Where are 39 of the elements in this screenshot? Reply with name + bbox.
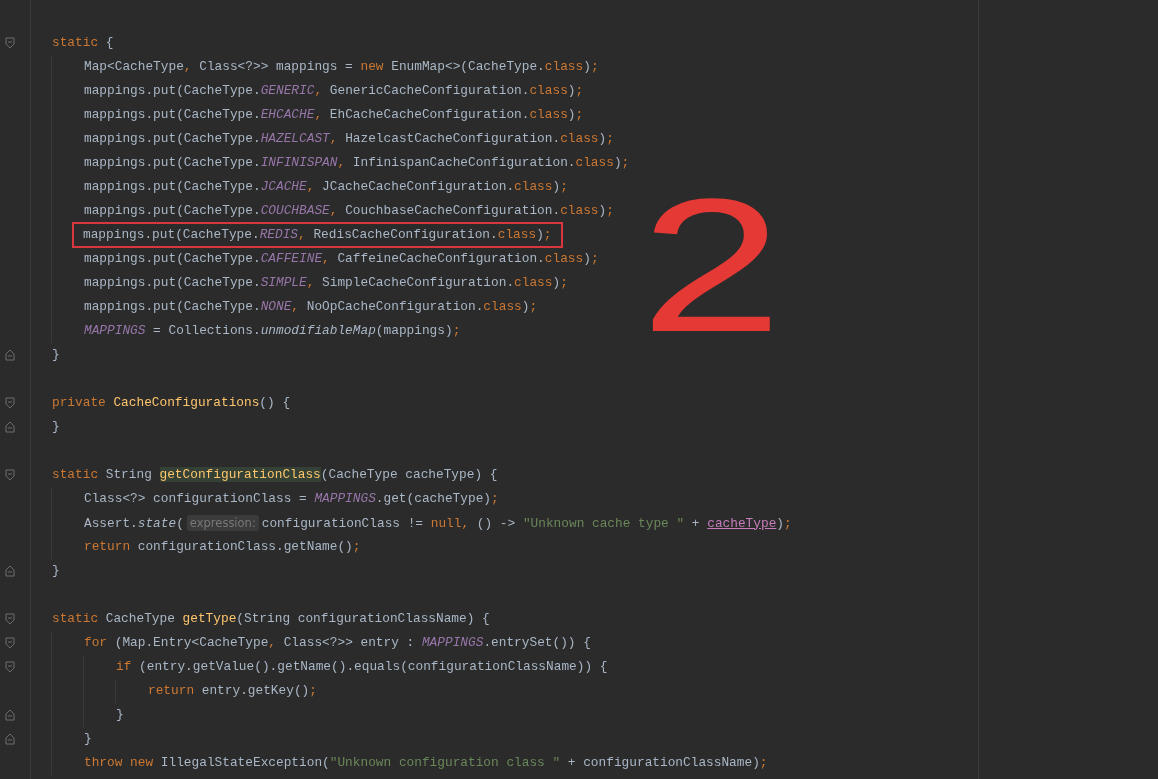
fold-icon[interactable]: [5, 613, 15, 625]
code-line: mappings.put(CacheType.COUCHBASE, CouchbaseCacheConfiguration.class);: [83, 202, 615, 220]
code-line: }: [83, 730, 93, 748]
fold-icon[interactable]: [5, 397, 15, 409]
code-line: mappings.put(CacheType.GENERIC, GenericCacheConfiguration.class);: [83, 82, 585, 100]
code-line: }: [115, 706, 125, 724]
annotation-mark: 2: [640, 170, 783, 360]
code-line: mappings.put(CacheType.INFINISPAN, InfinispanCacheConfiguration.class);: [83, 154, 631, 172]
fold-icon[interactable]: [5, 661, 15, 673]
code-line: }: [51, 562, 61, 580]
code-line: throw new IllegalStateException("Unknown configuration class " + configurationClassName);: [83, 754, 769, 772]
code-line: return configurationClass.getName();: [83, 538, 362, 556]
code-line: MAPPINGS = Collections.unmodifiableMap(mappings);: [83, 322, 462, 340]
fold-icon[interactable]: [5, 637, 15, 649]
code-line: mappings.put(CacheType.SIMPLE, SimpleCacheConfiguration.class);: [83, 274, 569, 292]
fold-icon[interactable]: [5, 349, 15, 361]
fold-icon[interactable]: [5, 469, 15, 481]
fold-icon[interactable]: [5, 733, 15, 745]
code-line: for (Map.Entry<CacheType, Class<?>> entry : MAPPINGS.entrySet()) {: [83, 634, 592, 652]
code-line: }: [51, 346, 61, 364]
code-line: mappings.put(CacheType.CAFFEINE, CaffeineCacheConfiguration.class);: [83, 250, 600, 268]
code-line: if (entry.getValue().getName().equals(configurationClassName)) {: [115, 658, 609, 676]
code-line: }: [51, 418, 61, 436]
fold-icon[interactable]: [5, 37, 15, 49]
code-line: mappings.put(CacheType.HAZELCAST, HazelcastCacheConfiguration.class);: [83, 130, 615, 148]
code-line: static String getConfigurationClass(CacheType cacheType) {: [51, 466, 499, 484]
fold-icon[interactable]: [5, 565, 15, 577]
code-line: mappings.put(CacheType.JCACHE, JCacheCacheConfiguration.class);: [83, 178, 569, 196]
fold-icon[interactable]: [5, 709, 15, 721]
code-line: return entry.getKey();: [147, 682, 318, 700]
code-line: mappings.put(CacheType.NONE, NoOpCacheConfiguration.class);: [83, 298, 539, 316]
code-line: Assert.state( expression: configurationClass != null, () -> "Unknown cache type " + cacheType);: [83, 513, 793, 533]
code-line: private CacheConfigurations() {: [51, 394, 292, 412]
code-line: static {: [51, 34, 115, 52]
code-line: mappings.put(CacheType.EHCACHE, EhCacheCacheConfiguration.class);: [83, 106, 585, 124]
code-line: Map<CacheType, Class<?>> mappings = new EnumMap<>(CacheType.class);: [83, 58, 600, 76]
code-line: static CacheType getType(String configurationClassName) {: [51, 610, 491, 628]
code-line: Class<?> configurationClass = MAPPINGS.get(cacheType);: [83, 490, 500, 508]
fold-icon[interactable]: [5, 421, 15, 433]
